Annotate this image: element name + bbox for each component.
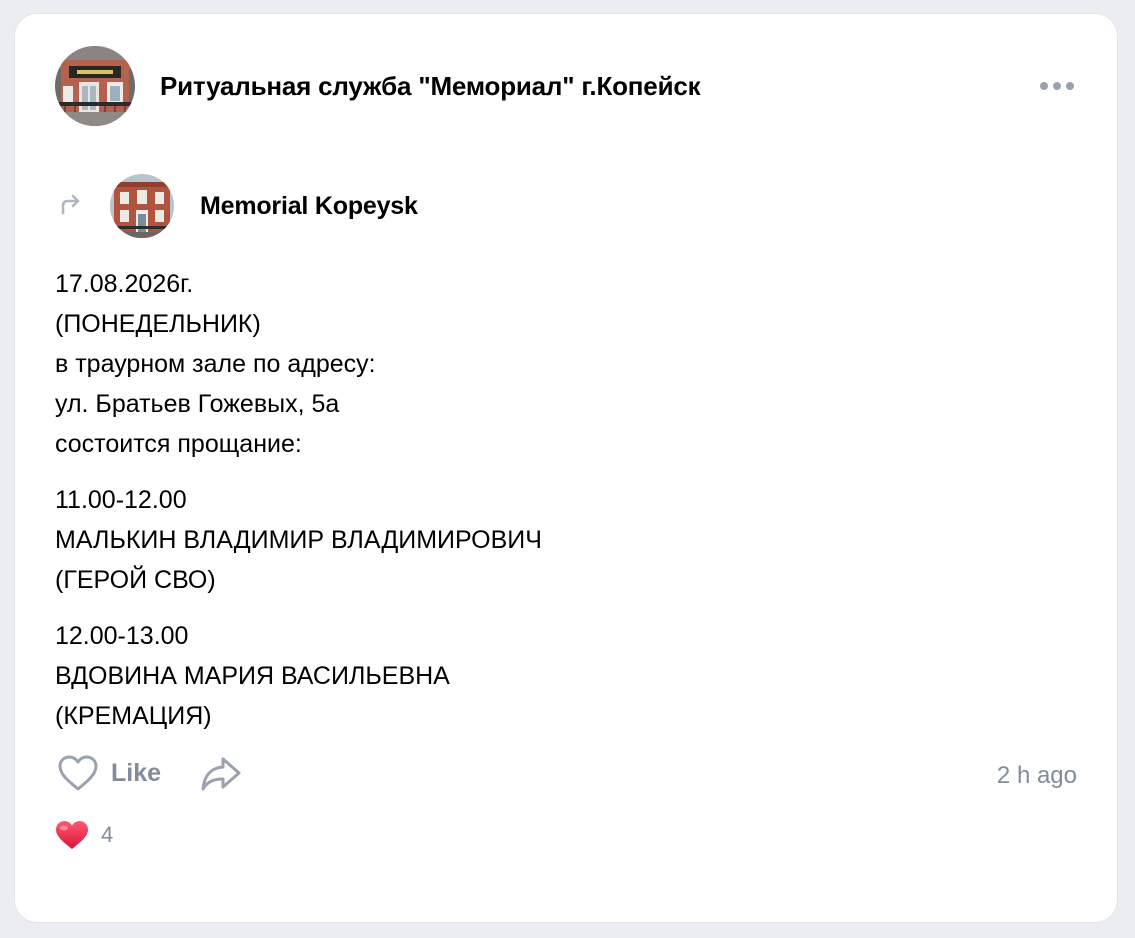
reactions-summary[interactable]: 4 (55, 820, 113, 850)
share-arrow-icon (201, 757, 241, 791)
post-card: Ритуальная служба "Мемориал" г.Копейск M… (15, 14, 1117, 922)
post-intro-paragraph: 17.08.2026г. (ПОНЕДЕЛЬНИК) в траурном за… (55, 264, 1055, 464)
repost-author-avatar[interactable] (110, 174, 174, 238)
post-text: 17.08.2026г. (ПОНЕДЕЛЬНИК) в траурном за… (55, 264, 1055, 752)
post-actions: Like 2 h ago (55, 750, 1077, 800)
post-weekday: (ПОНЕДЕЛЬНИК) (55, 310, 261, 338)
farewell-note: (ГЕРОЙ СВО) (55, 566, 216, 594)
repost-author-name[interactable]: Memorial Kopeysk (200, 192, 418, 221)
post-timestamp[interactable]: 2 h ago (997, 762, 1077, 790)
group-name[interactable]: Ритуальная служба "Мемориал" г.Копейск (160, 71, 701, 102)
red-heart-icon (56, 821, 88, 849)
post-text-line: состоится прощание: (55, 430, 302, 458)
group-avatar[interactable] (55, 46, 135, 126)
farewell-entry: 11.00-12.00 МАЛЬКИН ВЛАДИМИР ВЛАДИМИРОВИ… (55, 480, 1055, 600)
farewell-name: МАЛЬКИН ВЛАДИМИР ВЛАДИМИРОВИЧ (55, 526, 542, 554)
farewell-name: ВДОВИНА МАРИЯ ВАСИЛЬЕВНА (55, 662, 450, 690)
reaction-count: 4 (101, 822, 114, 847)
heart-outline-icon (58, 755, 98, 791)
like-label: Like (111, 758, 162, 787)
post-header: Ритуальная служба "Мемориал" г.Копейск (55, 46, 1077, 126)
farewell-time: 11.00-12.00 (55, 486, 187, 514)
farewell-note: (КРЕМАЦИЯ) (55, 702, 212, 730)
farewell-entry: 12.00-13.00 ВДОВИНА МАРИЯ ВАСИЛЬЕВНА (КР… (55, 616, 1055, 736)
post-date: 17.08.2026г. (55, 270, 194, 298)
farewell-time: 12.00-13.00 (55, 622, 189, 650)
repost-arrow-icon (61, 194, 80, 215)
share-button[interactable] (199, 755, 243, 798)
post-address: ул. Братьев Гожевых, 5а (55, 390, 340, 418)
more-horizontal-icon (1040, 82, 1074, 90)
more-options-button[interactable] (1037, 74, 1077, 98)
repost-header: Memorial Kopeysk (55, 172, 418, 240)
like-button[interactable]: Like (57, 754, 161, 792)
post-text-line: в траурном зале по адресу: (55, 350, 376, 378)
